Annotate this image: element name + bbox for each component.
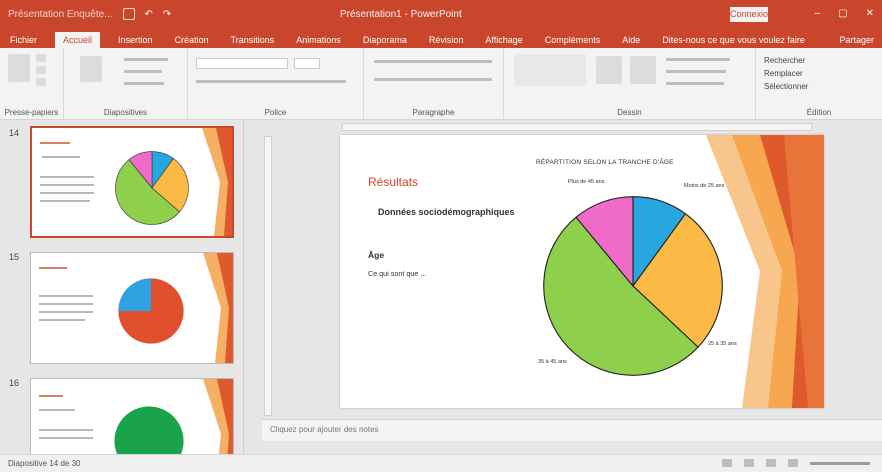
tell-me-search[interactable]: Dites-nous ce que vous voulez faire: [658, 35, 809, 48]
tab-file[interactable]: Fichier: [6, 35, 41, 48]
thumbnail-pie-chart: [115, 151, 189, 225]
shapes-gallery[interactable]: [514, 54, 586, 86]
signin-button[interactable]: Connexion: [730, 7, 773, 22]
current-slide[interactable]: Résultats Données sociodémographiques Âg…: [340, 135, 824, 408]
thumbnail-number: 14: [9, 128, 20, 138]
slide-subtitle[interactable]: Données sociodémographiques: [378, 207, 515, 217]
section-button[interactable]: [124, 82, 164, 85]
zoom-slider[interactable]: [810, 461, 870, 465]
ribbon-tabs: Fichier Accueil Insertion Création Trans…: [0, 30, 882, 48]
find-button[interactable]: Rechercher: [764, 56, 805, 65]
tab-addins[interactable]: Compléments: [541, 35, 605, 48]
slide-thumbnail[interactable]: [30, 252, 234, 364]
close-button[interactable]: ✕: [866, 8, 874, 19]
section-heading[interactable]: Âge: [368, 250, 384, 260]
group-label-clipboard: Presse-papiers: [4, 108, 59, 117]
align-buttons[interactable]: [374, 78, 492, 81]
arrange-icon[interactable]: [596, 56, 622, 84]
status-bar: Diapositive 14 de 30: [0, 454, 882, 472]
chart-title: RÉPARTITION SELON LA TRANCHE D'ÂGE: [536, 159, 674, 166]
layout-button[interactable]: [124, 58, 168, 61]
reset-button[interactable]: [124, 70, 162, 73]
thumbnail-decoration: [203, 253, 233, 363]
notes-placeholder: Cliquez pour ajouter des notes: [270, 425, 379, 434]
tab-help[interactable]: Aide: [618, 35, 644, 48]
tab-insert[interactable]: Insertion: [114, 35, 157, 48]
group-paragraph: Paragraphe: [364, 48, 504, 120]
font-size-select[interactable]: [294, 58, 320, 69]
list-buttons[interactable]: [374, 60, 492, 63]
slide-sorter-icon[interactable]: [744, 459, 754, 467]
tab-design[interactable]: Création: [171, 35, 213, 48]
pie-chart[interactable]: [540, 193, 726, 379]
group-slides: Diapositives: [64, 48, 188, 120]
tab-animations[interactable]: Animations: [292, 35, 345, 48]
tab-transitions[interactable]: Transitions: [227, 35, 279, 48]
normal-view-icon[interactable]: [722, 459, 732, 467]
group-editing: Rechercher Remplacer Sélectionner Éditio…: [756, 48, 882, 120]
group-label-drawing: Dessin: [617, 108, 642, 117]
tab-home[interactable]: Accueil: [55, 32, 101, 48]
slice-label: Moins de 25 ans: [684, 183, 725, 189]
group-clipboard: Presse-papiers: [0, 48, 64, 120]
thumbnail-pie-chart: [118, 278, 184, 344]
quick-access-toolbar: Présentation Enquête... ↶ ↷: [8, 8, 171, 20]
slide-thumbnails-pane: 14 15 16: [0, 120, 244, 472]
thumbnail-number: 15: [9, 252, 20, 262]
group-label-slides: Diapositives: [103, 108, 148, 117]
font-format-buttons[interactable]: [196, 80, 346, 83]
group-label-editing: Édition: [806, 108, 832, 117]
group-font: Police: [188, 48, 364, 120]
slide-counter: Diapositive 14 de 30: [8, 459, 81, 468]
restore-button[interactable]: ▢: [838, 8, 847, 19]
tab-view[interactable]: Affichage: [481, 35, 526, 48]
slideshow-icon[interactable]: [788, 459, 798, 467]
undo-icon[interactable]: ↶: [145, 9, 153, 20]
tab-slideshow[interactable]: Diaporama: [359, 35, 411, 48]
slice-label: Plus de 45 ans: [568, 179, 605, 185]
quick-styles-icon[interactable]: [630, 56, 656, 84]
cut-icon[interactable]: [36, 54, 46, 62]
ribbon-panel: Presse-papiers Diapositives Police Parag…: [0, 48, 882, 120]
group-label-font: Police: [264, 108, 287, 117]
slide-thumbnail[interactable]: [30, 126, 234, 238]
view-controls: [722, 459, 870, 467]
share-button[interactable]: Partager: [839, 35, 874, 45]
copy-icon[interactable]: [36, 66, 46, 74]
group-label-paragraph: Paragraphe: [412, 108, 455, 117]
notes-pane[interactable]: Cliquez pour ajouter des notes: [262, 419, 882, 441]
group-drawing: Dessin: [504, 48, 756, 120]
select-button[interactable]: Sélectionner: [764, 82, 808, 91]
save-icon[interactable]: [122, 8, 135, 20]
new-slide-icon[interactable]: [80, 56, 102, 82]
reading-view-icon[interactable]: [766, 459, 776, 467]
slide-title[interactable]: Résultats: [368, 175, 418, 189]
format-painter-icon[interactable]: [36, 78, 46, 86]
shape-effects-button[interactable]: [666, 82, 724, 85]
shape-outline-button[interactable]: [666, 70, 726, 73]
paste-icon[interactable]: [8, 54, 30, 82]
powerpoint-window: Présentation Enquête... ↶ ↷ Présentation…: [0, 0, 882, 472]
vertical-ruler: [264, 136, 272, 416]
slide-body-text[interactable]: Ce qui sont que ...: [368, 265, 516, 282]
replace-button[interactable]: Remplacer: [764, 69, 803, 78]
window-controls: – ▢ ✕: [815, 8, 874, 19]
thumbnail-number: 16: [9, 378, 20, 388]
minimize-button[interactable]: –: [815, 8, 821, 19]
tab-review[interactable]: Révision: [425, 35, 468, 48]
horizontal-ruler: [342, 123, 812, 131]
shape-fill-button[interactable]: [666, 58, 730, 61]
document-name: Présentation Enquête...: [8, 8, 113, 20]
title-bar: Présentation Enquête... ↶ ↷ Présentation…: [0, 0, 882, 30]
redo-icon[interactable]: ↷: [163, 9, 171, 20]
thumbnail-decoration: [202, 128, 232, 236]
font-family-select[interactable]: [196, 58, 288, 69]
app-title: Présentation1 - PowerPoint: [340, 9, 462, 20]
